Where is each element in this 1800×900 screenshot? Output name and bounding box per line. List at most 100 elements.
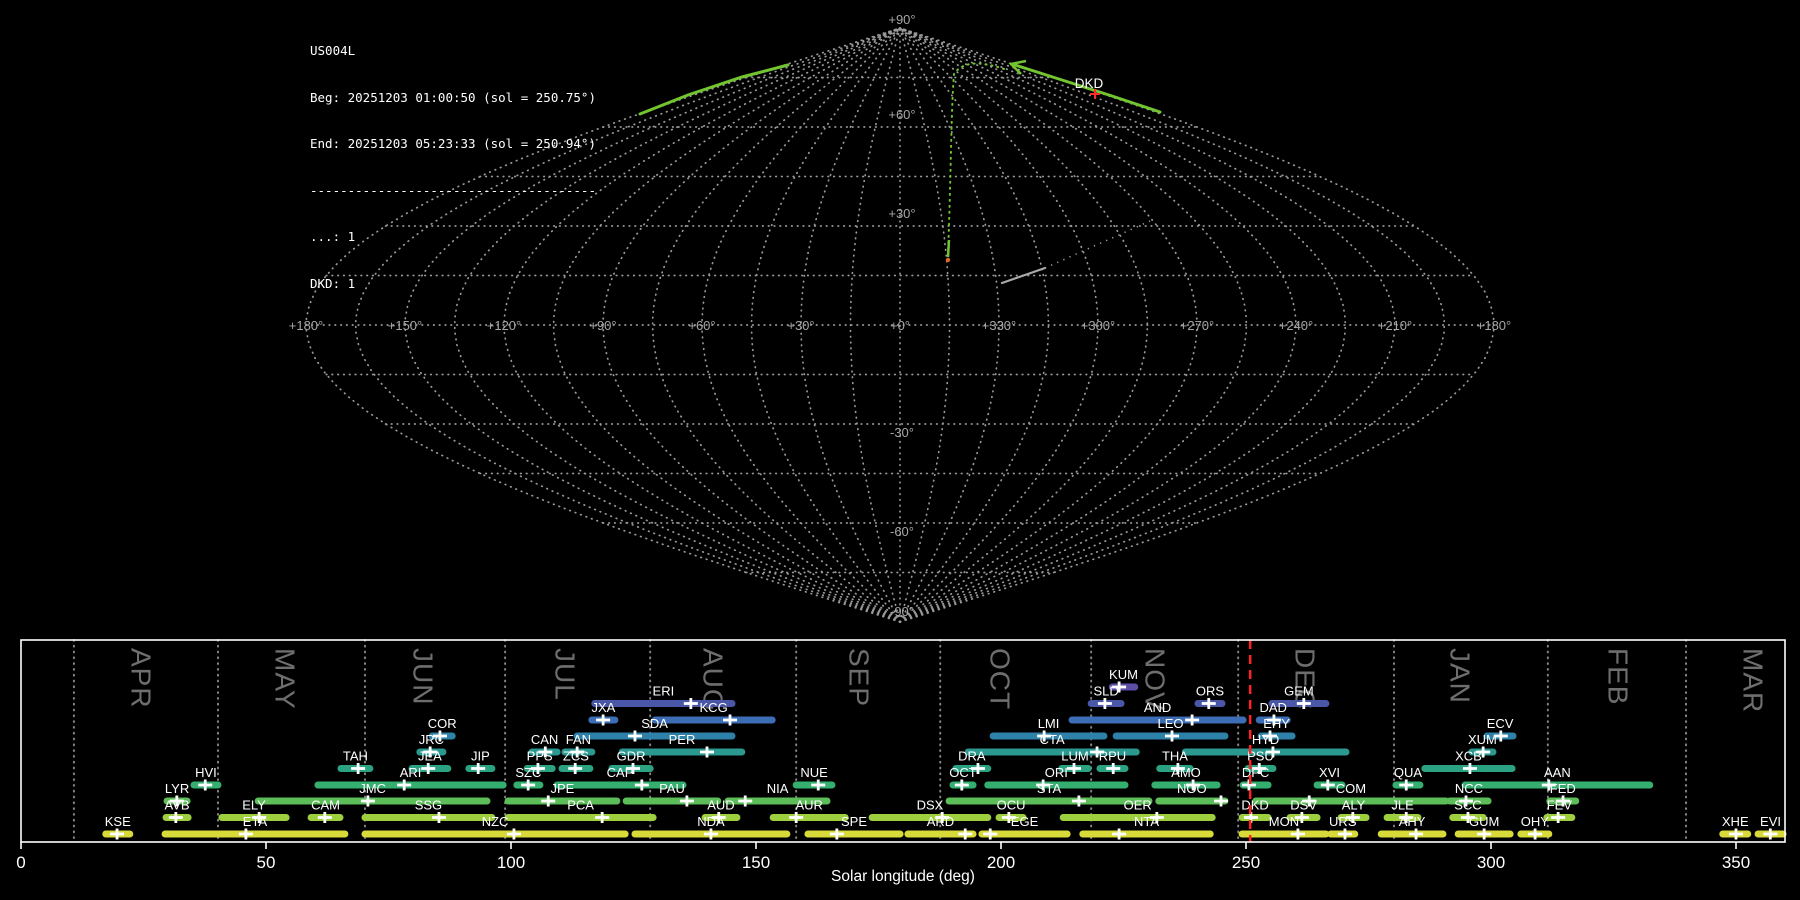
shower-code-label: XVI	[1319, 765, 1340, 780]
shower-code-label: OHY	[1521, 814, 1550, 829]
latitude-label: +30°	[888, 206, 915, 221]
shower-code-label: DRA	[958, 749, 986, 764]
month-label: OCT	[985, 648, 1016, 710]
shower-code-label: URS	[1329, 814, 1357, 829]
shower-code-label: NZC	[482, 814, 509, 829]
month-label: JUN	[407, 648, 438, 705]
month-label: SEP	[843, 648, 874, 707]
x-tick-label: 300	[1477, 853, 1505, 872]
month-label: JUL	[549, 648, 580, 701]
shower-code-label: ECV	[1487, 716, 1514, 731]
trail-end-dot	[945, 257, 951, 263]
shower-code-label: CAM	[311, 798, 340, 813]
shower-code-label: ARD	[927, 814, 954, 829]
shower-code-label: PPS	[527, 749, 553, 764]
shower-code-label: NTA	[1134, 814, 1159, 829]
longitude-label: +300°	[1081, 318, 1115, 333]
activity-timeline-chart: APR MAY JUN JUL AUG SEP OCT NOV DEC JAN FEB MAR KUM…	[16, 639, 1787, 885]
month-label: APR	[126, 648, 157, 709]
dkd-count: DKD: 1	[310, 275, 356, 291]
shower-code-label: GUM	[1469, 814, 1499, 829]
longitude-label: +330°	[982, 318, 1016, 333]
shower-code-label: PCA	[567, 798, 594, 813]
shower-code-label: DSX	[917, 798, 944, 813]
latitude-label: -30°	[890, 425, 914, 440]
plot-canvas: +90°+60°+30°-30°-60°-90°+180° +150° +120° +…	[16, 12, 1787, 885]
longitude-label: +240°	[1279, 318, 1313, 333]
dkd-great-circle	[947, 62, 1005, 253]
shower-code-label: OCU	[997, 798, 1026, 813]
shower-code-label: AND	[1144, 700, 1171, 715]
shower-code-label: CTA	[1040, 732, 1065, 747]
dkd-trail-west	[638, 63, 790, 116]
shower-code-label: QUA	[1394, 765, 1423, 780]
shower-code-label: DKD	[1241, 798, 1268, 813]
shower-code-label: KUM	[1109, 667, 1138, 682]
grid-meridian	[750, 27, 901, 623]
shower-code-label: NUE	[800, 765, 828, 780]
shower-code-label: HYD	[1252, 732, 1279, 747]
shower-code-label: SZC	[515, 765, 541, 780]
shower-code-label: OCT	[949, 765, 977, 780]
shower-code-label: ETA	[243, 814, 268, 829]
shower-code-label: FEV	[1547, 798, 1573, 813]
shower-code-label: XCB	[1455, 749, 1482, 764]
observation-header: US004L Beg: 20251203 01:00:50 (sol = 250…	[310, 12, 596, 322]
latitude-label: +90°	[888, 12, 915, 27]
shower-code-label: SSG	[415, 798, 442, 813]
shower-code-label: HVI	[195, 765, 217, 780]
shower-code-label: EGE	[1011, 814, 1039, 829]
x-axis-title: Solar longitude (deg)	[831, 868, 975, 885]
shower-code-label: DAD	[1259, 700, 1286, 715]
shower-code-label: AUD	[707, 798, 734, 813]
shower-code-label: ORI	[1045, 765, 1068, 780]
shower-code-label: JPE	[551, 781, 575, 796]
latitude-label: -90°	[890, 604, 914, 619]
header-separator: --------------------------------------	[310, 182, 596, 198]
shower-code-label: THA	[1162, 749, 1188, 764]
shower-code-label: FED	[1550, 781, 1576, 796]
longitude-label: +270°	[1180, 318, 1214, 333]
shower-code-label: JXA	[591, 700, 615, 715]
x-tick-label: 150	[742, 853, 770, 872]
shower-code-label: CAN	[531, 732, 558, 747]
longitude-label: +30°	[787, 318, 814, 333]
x-tick-label: 350	[1722, 853, 1750, 872]
begin-time: Beg: 20251203 01:00:50 (sol = 250.75°)	[310, 89, 596, 105]
shower-bars: KUM ERI SLD ORS GEM JXA KCG AND DAD COR SDA LMI LEO E…	[102, 667, 1787, 840]
shower-code-label: COR	[428, 716, 457, 731]
shower-code-label: NOO	[1177, 781, 1207, 796]
shower-code-label: PAU	[659, 781, 685, 796]
end-time: End: 20251203 05:23:33 (sol = 250.94°)	[310, 136, 596, 151]
shower-code-label: OER	[1124, 798, 1152, 813]
shower-code-label: XUM	[1468, 732, 1497, 747]
shower-code-label: SCC	[1454, 798, 1481, 813]
dkd-trail-tip	[946, 239, 951, 258]
x-tick-label: 250	[1232, 853, 1260, 872]
shower-code-label: KSE	[105, 814, 131, 829]
shower-code-label: MON	[1269, 814, 1299, 829]
shower-code-label: EVI	[1760, 814, 1781, 829]
shower-code-label: ARI	[400, 765, 422, 780]
shower-code-label: GEM	[1284, 684, 1314, 699]
shower-code-label: AUR	[795, 798, 822, 813]
month-label: FEB	[1602, 648, 1633, 705]
shower-code-label: NIA	[767, 781, 789, 796]
longitude-label: +180°	[1477, 318, 1511, 333]
shower-code-label: AMO	[1171, 765, 1201, 780]
sporadic-trail	[1000, 266, 1047, 285]
shower-code-label: AAN	[1544, 765, 1571, 780]
shower-code-label: ELY	[242, 798, 266, 813]
longitude-label: +0°	[890, 318, 910, 333]
shower-code-label: NDA	[697, 814, 725, 829]
shower-code-label: NCC	[1455, 781, 1483, 796]
shower-code-label: TAH	[343, 749, 368, 764]
x-tick-label: 100	[497, 853, 525, 872]
shower-code-label: KCG	[700, 700, 728, 715]
radiant-shower-label: DKD	[1075, 76, 1104, 91]
shower-code-label: STA	[1037, 781, 1062, 796]
meteor-observation-screen: +90° +60° +30° -30° -60° -90° +180° +150° +120° +…	[0, 0, 1800, 900]
latitude-label: +60°	[888, 107, 915, 122]
shower-code-label: DPC	[1242, 765, 1269, 780]
shower-code-label: EHY	[1263, 716, 1290, 731]
